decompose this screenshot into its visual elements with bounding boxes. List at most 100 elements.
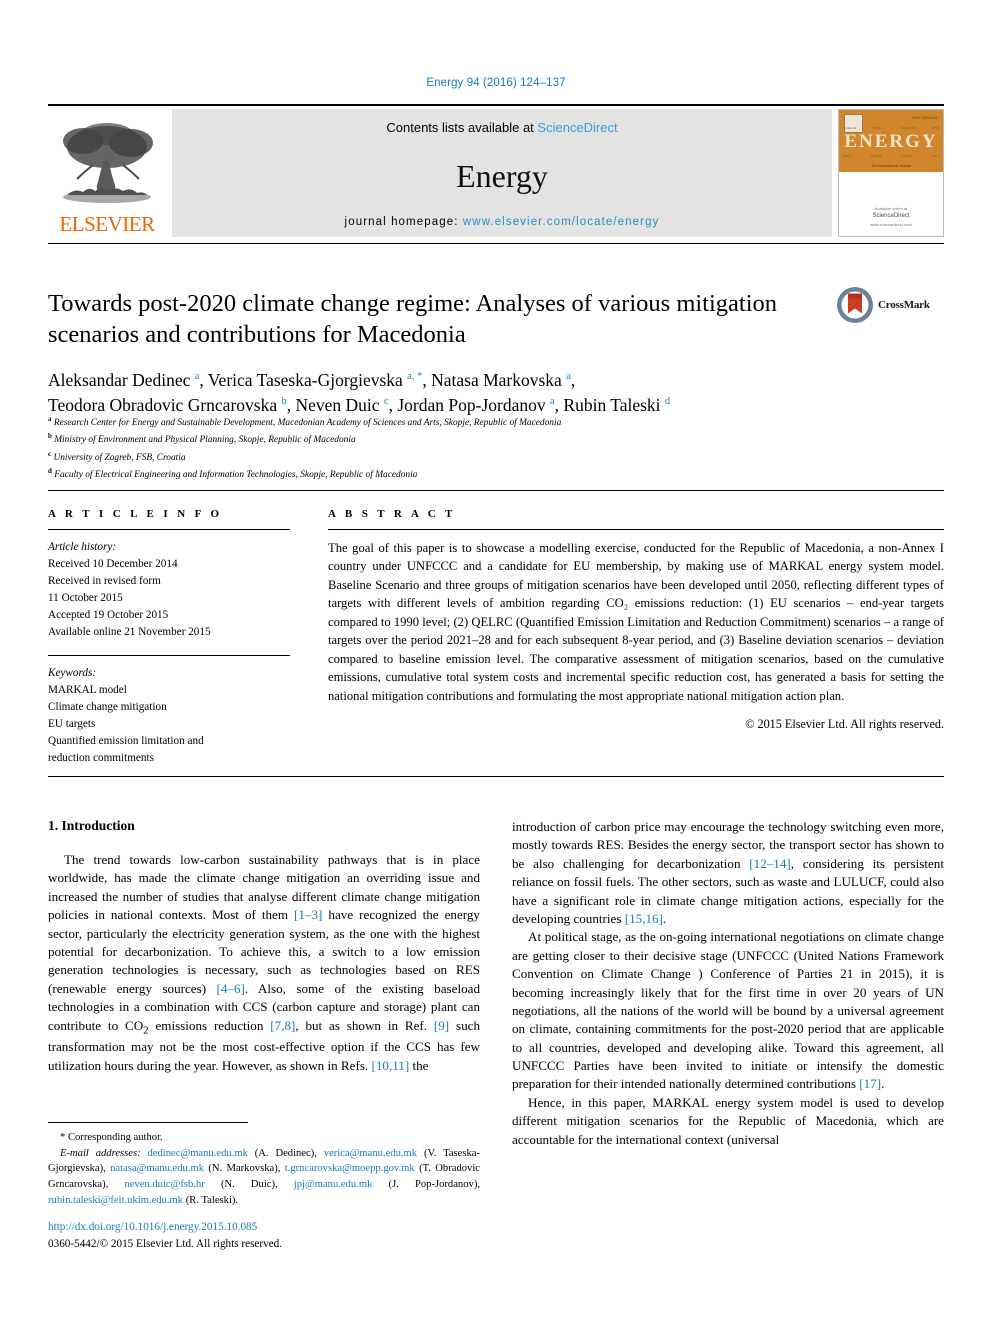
- email-owner: (R. Taleski): [185, 1194, 236, 1206]
- history-item: 11 October 2015: [48, 592, 123, 605]
- homepage-prefix: journal homepage:: [344, 216, 463, 228]
- affiliation-mark: a: [48, 415, 52, 423]
- citation-ref[interactable]: [12–14]: [749, 856, 790, 871]
- author-item: Natasa Markovska a: [431, 369, 571, 390]
- author-affiliation-mark: a, *: [407, 370, 423, 382]
- author-affiliation-mark: a: [566, 370, 571, 382]
- crossmark-label: CrossMark: [878, 299, 930, 311]
- elsevier-wordmark: ELSEVIER: [59, 212, 155, 236]
- author-affiliation-mark: d: [664, 395, 671, 407]
- issn-copyright-line: 0360-5442/© 2015 Elsevier Ltd. All right…: [48, 1237, 283, 1250]
- contents-available-line: Contents lists available at ScienceDirec…: [386, 120, 617, 135]
- citation-ref[interactable]: [7,8]: [270, 1018, 295, 1033]
- cover-footer: Available online at ScienceDirect www.sc…: [839, 206, 943, 228]
- cover-footer-line2: ScienceDirect: [872, 213, 910, 220]
- abstract-heading: A B S T R A C T: [328, 508, 456, 520]
- article-history-list: Received 10 December 2014 Received in re…: [48, 556, 290, 641]
- email-link[interactable]: jpj@manu.edu.mk: [294, 1179, 373, 1190]
- citation-ref[interactable]: [10,11]: [371, 1058, 409, 1073]
- keyword-item: MARKAL model: [48, 684, 127, 697]
- paper-page: Energy 94 (2016) 124–137 ELSEVIER Conten…: [0, 0, 992, 1323]
- author-item: Neven Duic c: [295, 394, 389, 415]
- imprint-block: http://dx.doi.org/10.1016/j.energy.2015.…: [48, 1219, 508, 1253]
- citation-ref[interactable]: [15,16]: [625, 911, 663, 926]
- email-owner: (J. Pop-Jordanov): [388, 1179, 478, 1191]
- journal-homepage-link[interactable]: www.elsevier.com/locate/energy: [463, 216, 660, 228]
- email-link[interactable]: dedinec@manu.edu.mk: [148, 1148, 248, 1159]
- author-list: Aleksandar Dedinec a, Verica Taseska-Gjo…: [48, 369, 671, 415]
- cover-micro-labels-bottom: Energy Editorial Contents Part 1: [843, 154, 939, 158]
- body-column-right: introduction of carbon price may encoura…: [512, 818, 944, 1149]
- affiliation-text: University of Zagreb, FSB, Croatia: [53, 452, 186, 463]
- cover-footer-line3: www.sciencedirect.com: [870, 221, 912, 227]
- body-column-left: 1. Introduction The trend towards low-ca…: [48, 818, 480, 1149]
- keywords-rule: [48, 655, 290, 657]
- article-history-label: Article history:: [48, 541, 117, 553]
- sciencedirect-link[interactable]: ScienceDirect: [537, 120, 617, 135]
- keyword-item: reduction commitments: [48, 752, 154, 765]
- abstract-rule: [328, 529, 944, 530]
- body-paragraph: At political stage, as the on-going inte…: [512, 929, 944, 1092]
- contents-prefix: Contents lists available at: [386, 120, 538, 135]
- elsevier-logo: ELSEVIER: [48, 109, 166, 237]
- history-item: Received 10 December 2014: [48, 558, 178, 571]
- info-abstract-area: A R T I C L E I N F O Article history: R…: [48, 508, 944, 767]
- affiliation-item: b Ministry of Environment and Physical P…: [48, 431, 828, 448]
- email-addresses-note: E-mail addresses: dedinec@manu.edu.mk (A…: [48, 1147, 481, 1206]
- affiliation-text: Ministry of Environment and Physical Pla…: [54, 435, 356, 446]
- author-affiliation-mark: c: [383, 395, 389, 407]
- crossmark-icon: [837, 287, 873, 323]
- affiliation-text: Research Center for Energy and Sustainab…: [53, 418, 562, 429]
- page-title: Towards post-2020 climate change regime:…: [48, 290, 778, 349]
- cover-micro-labels-top: Volume 94 Number 1 January 2016 ISSN: [843, 126, 939, 130]
- citation-ref[interactable]: [4–6]: [217, 981, 245, 996]
- author-item: Rubin Taleski d: [563, 394, 671, 415]
- cover-issn-text: ISSN 0360-5442: [912, 116, 938, 120]
- citation-ref[interactable]: [9]: [434, 1018, 449, 1033]
- section-heading-introduction: 1. Introduction: [48, 818, 135, 833]
- author-item: Teodora Obradovic Grncarovska b: [48, 394, 287, 415]
- cover-subtitle: The International Journal: [871, 164, 911, 168]
- author-item: Jordan Pop-Jordanov a: [397, 394, 555, 415]
- article-info-rule: [48, 529, 290, 530]
- keyword-item: EU targets: [48, 718, 96, 731]
- corresponding-author-note: * Corresponding author.: [60, 1132, 163, 1143]
- email-link[interactable]: verica@manu.edu.mk: [324, 1148, 417, 1159]
- doi-link[interactable]: http://dx.doi.org/10.1016/j.energy.2015.…: [48, 1219, 508, 1236]
- email-link[interactable]: neven.duic@fsb.hr: [124, 1179, 204, 1190]
- email-link[interactable]: natasa@manu.edu.mk: [110, 1163, 204, 1174]
- history-item: Accepted 19 October 2015: [48, 609, 169, 622]
- citation-ref[interactable]: [1–3]: [294, 907, 322, 922]
- email-link[interactable]: t.grncarovska@moepp.gov.mk: [285, 1163, 415, 1174]
- info-divider: [48, 490, 944, 491]
- email-owner: (N. Duic): [220, 1179, 276, 1191]
- article-info-column: A R T I C L E I N F O Article history: R…: [48, 508, 290, 767]
- body-paragraph: The trend towards low-carbon sustainabil…: [48, 852, 481, 1073]
- crossmark-badge[interactable]: CrossMark: [836, 286, 944, 324]
- author-affiliation-mark: a: [194, 370, 200, 382]
- journal-title: Energy: [456, 157, 548, 194]
- abstract-column: A B S T R A C T The goal of this paper i…: [290, 508, 944, 767]
- body-paragraph: introduction of carbon price may encoura…: [512, 819, 944, 926]
- title-divider: [48, 243, 944, 244]
- affiliation-item: c University of Zagreb, FSB, Croatia: [48, 449, 828, 466]
- affiliation-mark: b: [48, 432, 52, 441]
- running-head: Energy 94 (2016) 124–137: [426, 77, 566, 89]
- author-item: Aleksandar Dedinec a: [48, 369, 200, 390]
- affiliation-text: Faculty of Electrical Engineering and In…: [54, 470, 418, 481]
- citation-ref[interactable]: [17]: [859, 1076, 881, 1091]
- author-affiliation-mark: a: [549, 395, 555, 407]
- email-label: E-mail addresses:: [60, 1147, 141, 1159]
- keyword-item: Climate change mitigation: [48, 701, 167, 714]
- article-info-heading: A R T I C L E I N F O: [48, 508, 223, 520]
- affiliation-item: a Research Center for Energy and Sustain…: [48, 414, 828, 431]
- body-paragraph: Hence, in this paper, MARKAL energy syst…: [512, 1094, 944, 1147]
- email-owner: (A. Dedinec): [254, 1147, 315, 1159]
- email-link[interactable]: rubin.taleski@feit.ukim.edu.mk: [48, 1195, 183, 1206]
- affiliation-mark: d: [48, 467, 52, 476]
- history-item: Received in revised form: [48, 575, 161, 588]
- abstract-copyright: © 2015 Elsevier Ltd. All rights reserved…: [745, 716, 944, 731]
- affiliation-item: d Faculty of Electrical Engineering and …: [48, 466, 828, 483]
- keywords-list: MARKAL model Climate change mitigation E…: [48, 682, 290, 767]
